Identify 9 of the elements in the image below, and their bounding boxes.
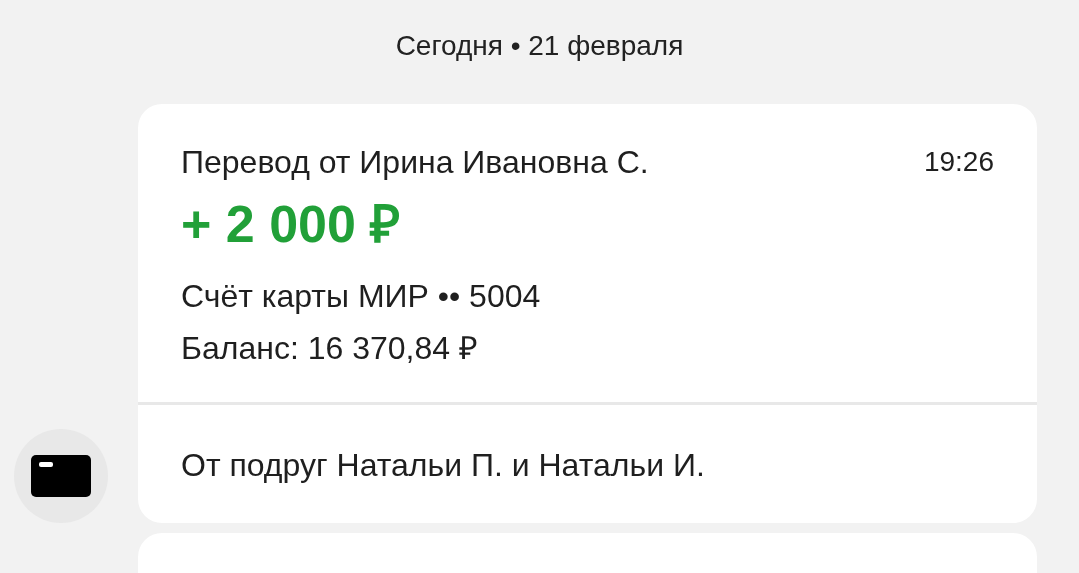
transaction-time: 19:26: [923, 145, 994, 179]
card-icon: [31, 455, 91, 497]
transaction-message: От подруг Натальи П. и Натальи И.: [181, 446, 705, 485]
transaction-amount: + 2 000 ₽: [181, 194, 401, 254]
transaction-title: Перевод от Ирина Ивановна С.: [181, 143, 649, 182]
balance-label: Баланс: 16 370,84 ₽: [181, 329, 478, 368]
account-label: Счёт карты МИР •• 5004: [181, 277, 541, 316]
transaction-card[interactable]: Перевод от Ирина Ивановна С. 19:26 + 2 000 ₽ Счёт карты МИР •• 5004 Баланс: 16 370,84 ₽ От подруг Натальи П. и Натальи И.: [138, 104, 1037, 523]
date-header: Сегодня • 21 февраля: [395, 29, 684, 63]
